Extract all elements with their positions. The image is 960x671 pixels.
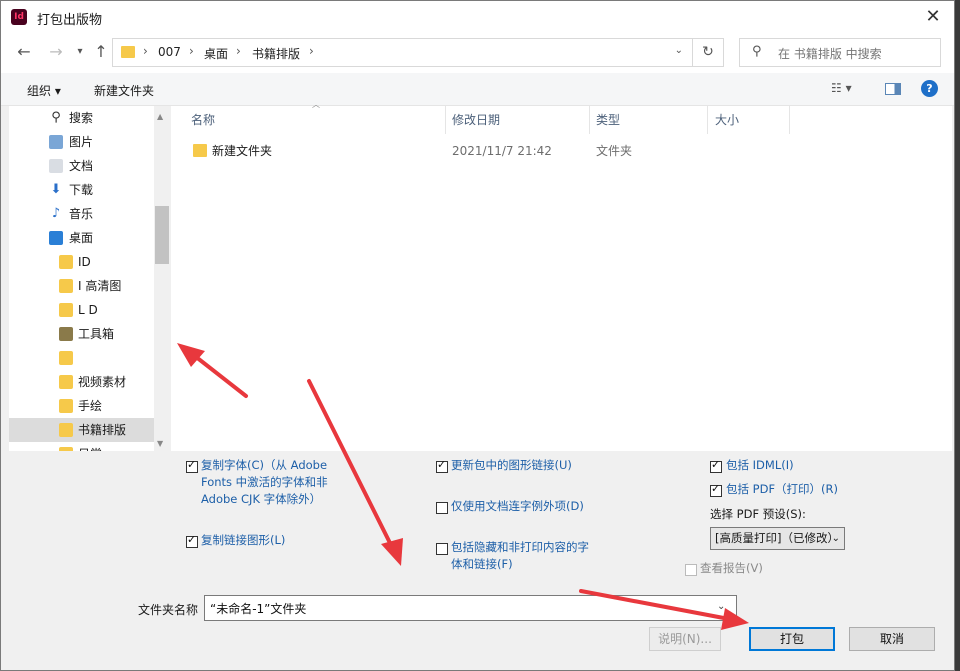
package-dialog: Id 打包出版物 ✕ ← → ▾ ↑ › 007 › 桌面 › 书籍排版 › ⌄… — [0, 0, 955, 671]
annotation-arrow-package — [579, 589, 731, 621]
annotation-arrowhead — [381, 538, 403, 566]
annotation-arrow-options — [307, 379, 395, 551]
annotation-arrows — [177, 343, 749, 630]
annotation-arrowhead — [177, 343, 205, 367]
annotation-arrowhead — [721, 608, 749, 630]
background-app-edge — [955, 0, 960, 671]
annotation-arrow-sidebar — [189, 351, 248, 398]
